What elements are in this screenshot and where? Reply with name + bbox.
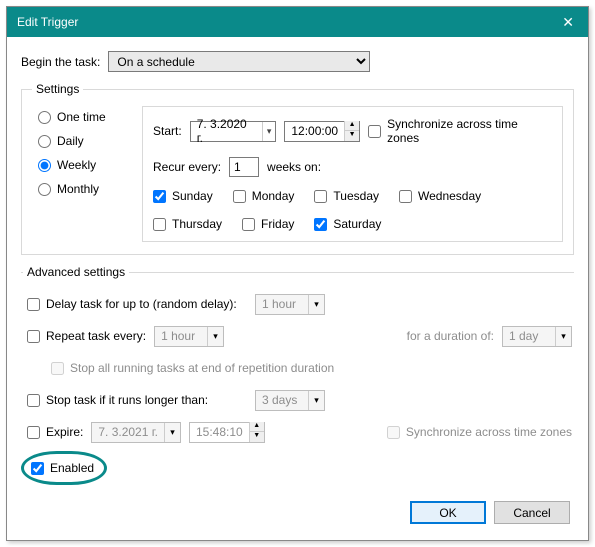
- edit-trigger-dialog: Edit Trigger ✕ Begin the task: On a sche…: [6, 6, 589, 541]
- checkbox-friday[interactable]: [242, 218, 255, 231]
- enabled-checkbox[interactable]: [31, 462, 44, 475]
- chevron-down-icon[interactable]: ▾: [308, 391, 324, 410]
- repeat-label: Repeat task every:: [46, 329, 146, 343]
- day-monday[interactable]: Monday: [233, 189, 295, 203]
- advanced-settings-group: Advanced settings Delay task for up to (…: [21, 265, 574, 481]
- stop-after-checkbox[interactable]: [27, 394, 40, 407]
- repeat-every-combo[interactable]: 1 hour ▾: [154, 326, 224, 347]
- recur-label-after: weeks on:: [267, 160, 321, 174]
- begin-task-select[interactable]: On a schedule: [108, 51, 370, 72]
- recur-label-before: Recur every:: [153, 160, 221, 174]
- sync-timezones-checkbox[interactable]: [368, 125, 381, 138]
- schedule-weekly[interactable]: Weekly: [38, 158, 126, 172]
- day-thursday[interactable]: Thursday: [153, 217, 222, 231]
- expire-time-picker[interactable]: 15:48:10 ▲ ▼: [189, 422, 265, 443]
- checkbox-tuesday[interactable]: [314, 190, 327, 203]
- ok-button[interactable]: OK: [410, 501, 486, 524]
- checkbox-thursday[interactable]: [153, 218, 166, 231]
- close-icon[interactable]: ✕: [558, 14, 578, 31]
- cancel-button[interactable]: Cancel: [494, 501, 570, 524]
- chevron-down-icon[interactable]: ▾: [207, 327, 223, 346]
- expire-date-picker[interactable]: 7. 3.2021 г. ▾: [91, 422, 181, 443]
- start-date-value: 7. 3.2020 г.: [197, 117, 256, 145]
- day-sunday[interactable]: Sunday: [153, 189, 213, 203]
- settings-group: Settings One time Daily Weekly: [21, 82, 574, 255]
- sync-timezones[interactable]: Synchronize across time zones: [368, 117, 552, 145]
- time-spinner-up-icon[interactable]: ▲: [345, 121, 359, 131]
- day-wednesday[interactable]: Wednesday: [399, 189, 481, 203]
- radio-weekly[interactable]: [38, 159, 51, 172]
- time-spinner-up-icon[interactable]: ▲: [250, 422, 264, 432]
- stop-at-repetition-end: Stop all running tasks at end of repetit…: [51, 361, 334, 375]
- day-friday[interactable]: Friday: [242, 217, 294, 231]
- time-spinner-down-icon[interactable]: ▼: [345, 131, 359, 141]
- start-time-value: 12:00:00: [285, 124, 344, 138]
- radio-one-time[interactable]: [38, 111, 51, 124]
- checkbox-saturday[interactable]: [314, 218, 327, 231]
- begin-task-label: Begin the task:: [21, 55, 100, 69]
- checkbox-sunday[interactable]: [153, 190, 166, 203]
- window-title: Edit Trigger: [17, 15, 558, 29]
- expire-sync-timezones: Synchronize across time zones: [387, 425, 572, 439]
- radio-daily[interactable]: [38, 135, 51, 148]
- stop-after-combo[interactable]: 3 days ▾: [255, 390, 325, 411]
- recur-every-input[interactable]: [229, 157, 259, 177]
- titlebar[interactable]: Edit Trigger ✕: [7, 7, 588, 37]
- enabled-label: Enabled: [50, 461, 94, 475]
- schedule-one-time[interactable]: One time: [38, 110, 126, 124]
- delay-label: Delay task for up to (random delay):: [46, 297, 237, 311]
- expire-label: Expire:: [46, 425, 83, 439]
- expire-sync-checkbox: [387, 426, 400, 439]
- expire-checkbox[interactable]: [27, 426, 40, 439]
- start-time-picker[interactable]: 12:00:00 ▲ ▼: [284, 121, 360, 142]
- repeat-task[interactable]: Repeat task every:: [27, 329, 146, 343]
- chevron-down-icon[interactable]: ▾: [308, 295, 324, 314]
- chevron-down-icon[interactable]: ▾: [164, 423, 180, 442]
- schedule-monthly[interactable]: Monthly: [38, 182, 126, 196]
- duration-combo[interactable]: 1 day ▾: [502, 326, 572, 347]
- settings-legend: Settings: [32, 82, 83, 96]
- duration-label: for a duration of:: [407, 329, 494, 343]
- checkbox-monday[interactable]: [233, 190, 246, 203]
- schedule-daily[interactable]: Daily: [38, 134, 126, 148]
- day-tuesday[interactable]: Tuesday: [314, 189, 379, 203]
- repeat-checkbox[interactable]: [27, 330, 40, 343]
- delay-value-combo[interactable]: 1 hour ▾: [255, 294, 325, 315]
- chevron-down-icon[interactable]: ▾: [555, 327, 571, 346]
- chevron-down-icon[interactable]: ▾: [262, 122, 272, 141]
- expire[interactable]: Expire:: [27, 425, 83, 439]
- schedule-panel: Start: 7. 3.2020 г. ▾ 12:00:00 ▲ ▼: [142, 106, 563, 242]
- delay-checkbox[interactable]: [27, 298, 40, 311]
- time-spinner-down-icon[interactable]: ▼: [250, 432, 264, 442]
- stop-repetition-checkbox: [51, 362, 64, 375]
- start-date-picker[interactable]: 7. 3.2020 г. ▾: [190, 121, 277, 142]
- stop-after-label: Stop task if it runs longer than:: [46, 393, 208, 407]
- radio-monthly[interactable]: [38, 183, 51, 196]
- start-label: Start:: [153, 124, 182, 138]
- day-saturday[interactable]: Saturday: [314, 217, 381, 231]
- checkbox-wednesday[interactable]: [399, 190, 412, 203]
- advanced-legend: Advanced settings: [23, 265, 129, 279]
